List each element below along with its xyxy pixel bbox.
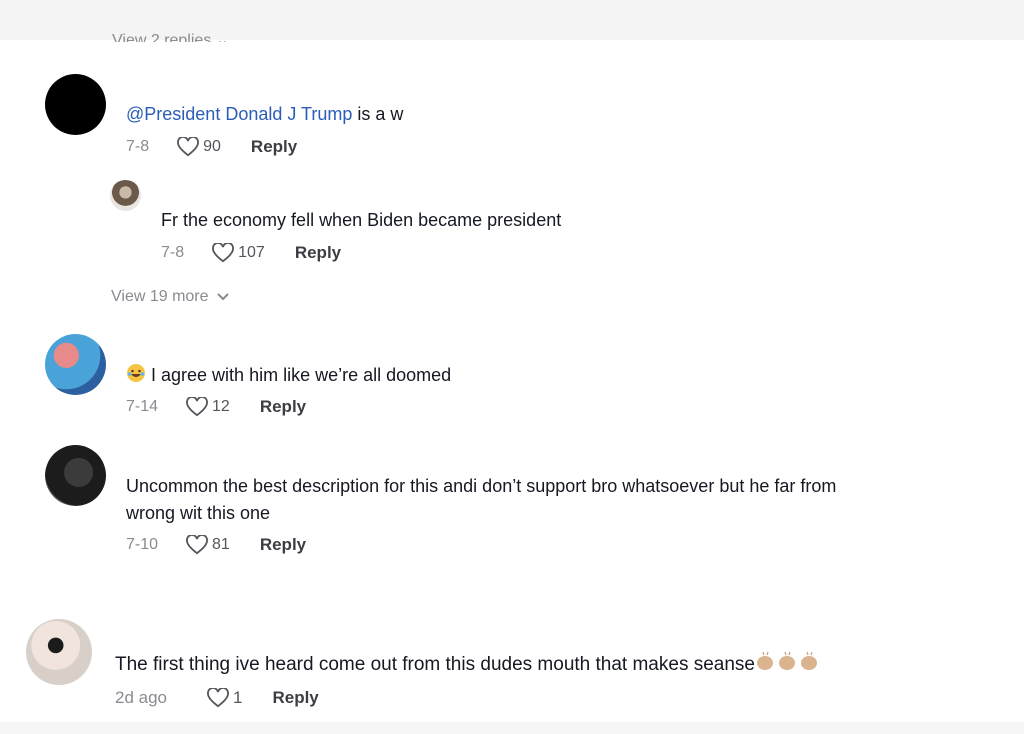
- comment-text: Fr the economy fell when Biden became pr…: [161, 210, 562, 230]
- comment-date: 7-14: [126, 398, 159, 415]
- reply-button[interactable]: Reply: [251, 137, 297, 157]
- comment-text: @President Donald J Trump is a w: [126, 101, 403, 127]
- like-button[interactable]: 90: [177, 137, 221, 157]
- comment-meta: 7-8 107 Reply: [161, 243, 341, 263]
- comment-text-line1: Uncommon the best description for this a…: [126, 476, 837, 496]
- like-count: 1: [233, 688, 243, 707]
- comment-date: 2d ago: [115, 688, 167, 707]
- clapping-hands-emoji-icon: [755, 650, 821, 680]
- chevron-down-icon: [216, 293, 229, 301]
- laughing-emoji-icon: [126, 363, 146, 390]
- like-count: 90: [203, 138, 221, 155]
- avatar[interactable]: [110, 180, 141, 211]
- avatar[interactable]: [45, 334, 106, 395]
- comment-body: is a w: [352, 104, 404, 124]
- view-more-replies[interactable]: View 19 more: [111, 288, 229, 306]
- reply-button[interactable]: Reply: [295, 243, 341, 263]
- heart-outline-icon: [212, 243, 235, 263]
- avatar[interactable]: [45, 445, 106, 506]
- heart-outline-icon: [186, 535, 208, 555]
- like-count: 107: [238, 244, 265, 261]
- view-more-label: View 19 more: [111, 288, 209, 305]
- avatar[interactable]: [45, 74, 106, 135]
- comment-meta: 2d ago 1 Reply: [115, 688, 319, 708]
- heart-outline-icon: [177, 137, 200, 157]
- bottom-band: [0, 722, 1024, 734]
- comment-meta: 7-14 12 Reply: [126, 397, 306, 417]
- comment-body: The first thing ive heard come out from …: [115, 654, 755, 675]
- comment-date: 7-8: [161, 244, 185, 261]
- reply-button[interactable]: Reply: [272, 688, 318, 708]
- comment-meta: 7-8 90 Reply: [126, 137, 297, 157]
- comment-text: The first thing ive heard come out from …: [115, 650, 821, 680]
- comment-text-line2: wrong wit this one: [126, 503, 271, 523]
- view-replies-link[interactable]: View 2 replies ⌄: [112, 28, 229, 42]
- like-button[interactable]: 107: [212, 243, 265, 263]
- comment-text: I agree with him like we’re all doomed: [126, 362, 451, 390]
- comment-meta: 7-10 81 Reply: [126, 535, 306, 555]
- reply-button[interactable]: Reply: [260, 397, 306, 417]
- view-replies-label: View 2 replies: [112, 32, 212, 42]
- heart-outline-icon: [207, 688, 229, 708]
- comment-body: I agree with him like we’re all doomed: [151, 365, 452, 385]
- comment-date: 7-8: [126, 138, 150, 155]
- like-count: 81: [212, 536, 230, 553]
- mention-link[interactable]: @President Donald J Trump: [126, 104, 352, 124]
- like-button[interactable]: 81: [186, 535, 230, 555]
- reply-button[interactable]: Reply: [260, 535, 306, 555]
- like-button[interactable]: 1: [207, 688, 242, 708]
- comment-date: 7-10: [126, 536, 159, 553]
- like-button[interactable]: 12: [186, 397, 230, 417]
- heart-outline-icon: [186, 397, 208, 417]
- avatar[interactable]: [26, 619, 92, 685]
- like-count: 12: [212, 398, 230, 415]
